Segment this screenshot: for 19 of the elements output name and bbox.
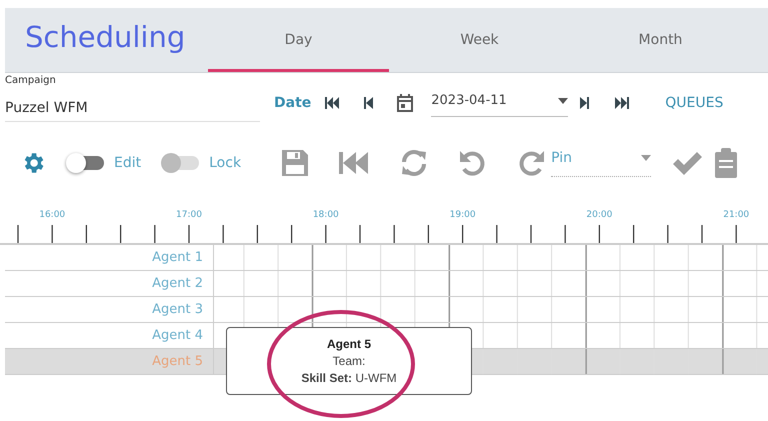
app-title: Scheduling [24, 20, 186, 54]
hour-label: 17:00 [176, 210, 202, 220]
date-label: Date [274, 95, 312, 111]
team-label: Team: [332, 354, 366, 368]
toggle-label: Edit [114, 155, 142, 171]
hour-label: 19:00 [450, 210, 476, 220]
hour-label: 21:00 [723, 210, 750, 220]
toggle-label: Lock [209, 155, 242, 171]
tooltip-title: Agent 5 [326, 337, 371, 351]
agent-name: Agent 2 [151, 275, 204, 293]
agent-name: Agent 5 [151, 353, 204, 371]
field-label: Campaign [5, 75, 57, 86]
hour-label: 16:00 [39, 210, 66, 220]
agent-name: Agent 3 [151, 301, 204, 319]
agent-name: Agent 4 [151, 327, 204, 345]
hour-label: 18:00 [312, 210, 339, 220]
agent-name: Agent 1 [151, 249, 204, 267]
skill-set-text: Skill Set: U-WFM [301, 371, 397, 385]
hour-label: 20:00 [586, 210, 612, 220]
